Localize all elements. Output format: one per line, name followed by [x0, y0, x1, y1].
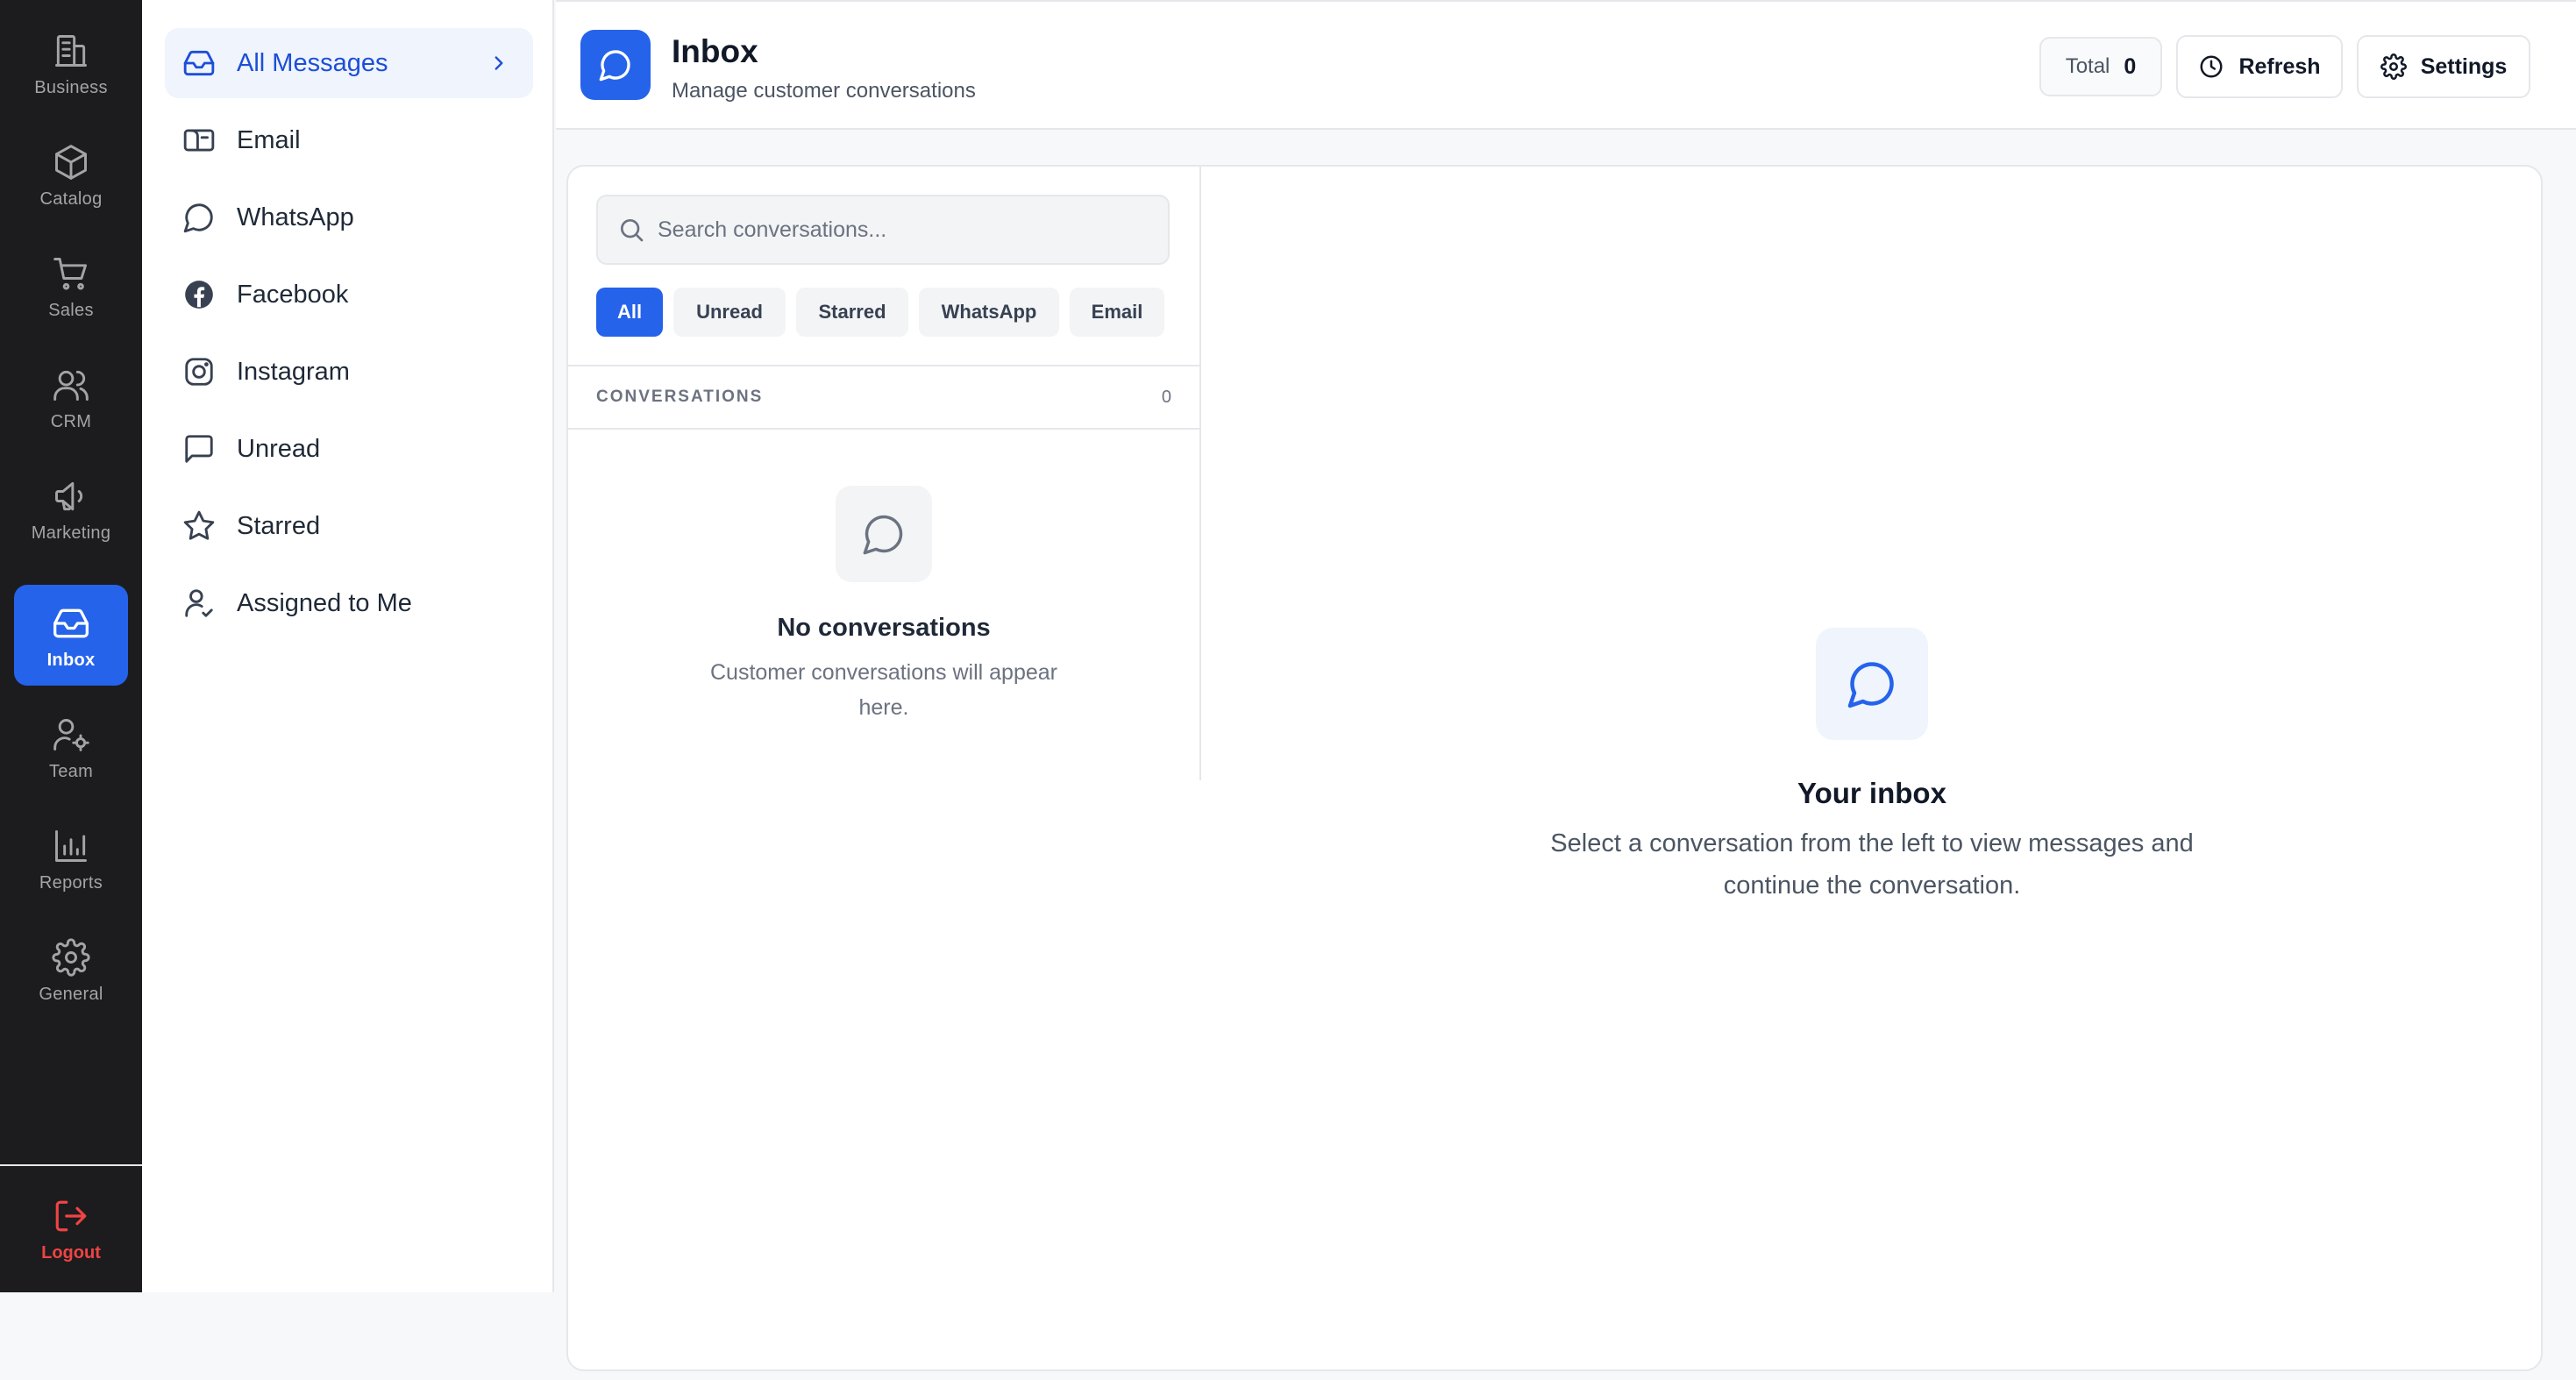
search-icon — [621, 219, 644, 242]
filter-chip-all[interactable]: All — [596, 288, 663, 337]
chevron-right-icon — [495, 56, 503, 70]
instagram-icon — [185, 358, 213, 386]
rail-item-label: Catalog — [39, 189, 103, 209]
bar-chart-icon — [55, 830, 87, 862]
conversations-section-header: CONVERSATIONS 0 — [568, 365, 1199, 430]
empty-state-description: Customer conversations will appear here. — [709, 660, 1057, 720]
total-count-badge: Total 0 — [2039, 37, 2162, 96]
subnav-item-starred[interactable]: Starred — [165, 491, 533, 561]
filter-chip-starred[interactable]: Starred — [796, 288, 908, 337]
inbox-icon — [53, 608, 89, 638]
empty-chat-icon-wrap — [836, 486, 932, 582]
rail-item-sales[interactable]: Sales — [14, 235, 128, 336]
page-header: Inbox Manage customer conversations Tota… — [556, 0, 2576, 130]
subnav-item-label: Instagram — [237, 357, 350, 386]
conversation-list-pane: All Unread Starred WhatsApp Email CONVER… — [568, 167, 1201, 780]
detail-empty-state: Your inbox Select a conversation from th… — [1201, 628, 2543, 907]
rail-item-reports[interactable]: Reports — [14, 807, 128, 908]
page-title: Inbox — [672, 33, 758, 69]
star-icon — [183, 510, 215, 540]
conversations-empty-state: No conversations Customer conversations … — [568, 486, 1199, 725]
subnav-item-label: Starred — [237, 511, 321, 540]
empty-state-title: No conversations — [777, 614, 991, 642]
total-label: Total — [2065, 54, 2110, 78]
subnav-item-label: Assigned to Me — [237, 588, 412, 617]
logout-button[interactable]: Logout — [14, 1185, 128, 1273]
detail-chat-icon-wrap — [1816, 628, 1928, 740]
chat-bubble-icon — [863, 515, 903, 555]
subnav-item-label: Email — [237, 125, 301, 154]
gear-icon — [2380, 53, 2407, 80]
rail-item-team[interactable]: Team — [14, 696, 128, 797]
subnav-item-whatsapp[interactable]: WhatsApp — [165, 182, 533, 253]
rail-item-general[interactable]: General — [14, 919, 128, 1020]
conversations-heading: CONVERSATIONS — [596, 388, 764, 406]
subnav-item-assigned-to-me[interactable]: Assigned to Me — [165, 568, 533, 638]
rail-item-label: Team — [48, 762, 94, 781]
user-cog-icon — [53, 719, 89, 751]
user-icon — [185, 589, 213, 617]
chat-bubble-icon — [183, 203, 213, 233]
rail-item-label: Inbox — [46, 651, 96, 670]
settings-button[interactable]: Settings — [2357, 35, 2530, 98]
filter-chip-email[interactable]: Email — [1070, 288, 1164, 337]
mailbox-icon — [183, 129, 215, 152]
conversation-detail-pane: Your inbox Select a conversation from th… — [1201, 167, 2543, 1369]
rail-item-label: Marketing — [31, 523, 111, 543]
chat-bubble-icon — [599, 50, 630, 82]
filter-chip-unread[interactable]: Unread — [673, 288, 786, 337]
box-icon — [55, 145, 87, 180]
subnav-item-label: Facebook — [237, 280, 349, 309]
subnav-item-label: All Messages — [237, 48, 388, 77]
rail-item-business[interactable]: Business — [14, 12, 128, 113]
search-field[interactable] — [596, 195, 1170, 265]
subnav-item-all-messages[interactable]: All Messages — [165, 28, 533, 98]
page-subtitle: Manage customer conversations — [672, 79, 976, 103]
subnav-item-facebook[interactable]: Facebook — [165, 260, 533, 330]
rail-item-label: CRM — [50, 412, 92, 431]
conversations-count: 0 — [1161, 388, 1171, 407]
settings-label: Settings — [2420, 53, 2508, 79]
megaphone-icon — [55, 481, 83, 511]
rail-item-label: General — [39, 985, 103, 1004]
gear-icon — [52, 938, 90, 977]
rail-item-catalog[interactable]: Catalog — [14, 124, 128, 224]
total-value: 0 — [2124, 53, 2137, 79]
facebook-icon — [185, 281, 213, 309]
detail-empty-description: Select a conversation from the left to v… — [1550, 829, 2194, 900]
logout-icon — [55, 1200, 87, 1232]
rail-item-marketing[interactable]: Marketing — [14, 458, 128, 558]
detail-empty-title: Your inbox — [1797, 777, 1946, 809]
rail-item-crm[interactable]: CRM — [14, 346, 128, 447]
subnav-item-label: WhatsApp — [237, 203, 354, 231]
filter-chip-whatsapp[interactable]: WhatsApp — [919, 288, 1059, 337]
rail-item-inbox[interactable]: Inbox — [14, 585, 128, 686]
logout-label: Logout — [41, 1243, 101, 1263]
refresh-label: Refresh — [2238, 53, 2321, 79]
clock-refresh-icon — [2200, 55, 2223, 78]
building-icon — [55, 35, 87, 67]
rail-item-label: Sales — [48, 301, 94, 320]
inbox-logo — [580, 30, 651, 100]
rail-item-label: Reports — [39, 873, 103, 893]
message-square-icon — [185, 435, 213, 463]
refresh-button[interactable]: Refresh — [2176, 35, 2343, 98]
app-rail: Business Catalog Sales CRM Marketing Inb… — [0, 0, 142, 1292]
inbox-icon — [183, 50, 215, 76]
search-input[interactable] — [658, 196, 1157, 263]
subnav-item-label: Unread — [237, 434, 321, 463]
subnav-item-instagram[interactable]: Instagram — [165, 337, 533, 407]
rail-item-label: Business — [34, 78, 108, 97]
subnav-item-email[interactable]: Email — [165, 105, 533, 175]
users-icon — [53, 370, 89, 401]
inbox-card: All Unread Starred WhatsApp Email CONVER… — [566, 165, 2543, 1371]
cart-icon — [53, 258, 87, 290]
rail-divider — [0, 1164, 142, 1166]
subnav-item-unread[interactable]: Unread — [165, 414, 533, 484]
chat-bubble-icon — [1847, 662, 1894, 708]
inbox-subnav: All Messages Email WhatsApp Facebook Ins… — [142, 0, 554, 1292]
